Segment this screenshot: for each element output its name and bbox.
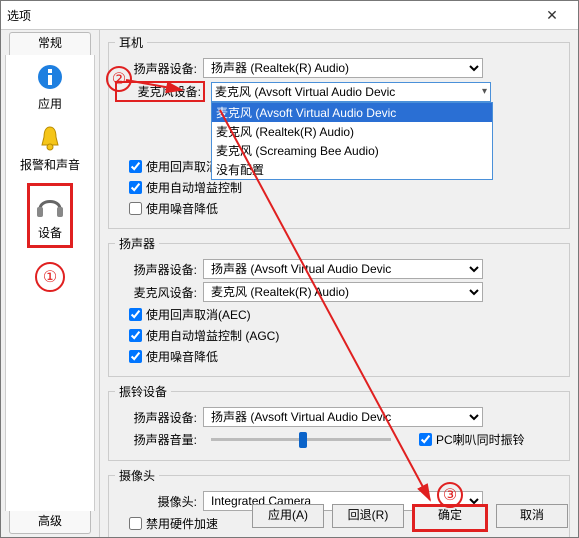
select-speaker-mic[interactable]: 麦克风 (Realtek(R) Audio) xyxy=(203,282,483,302)
label-speaker: 扬声器设备: xyxy=(115,60,197,77)
main-panel: 耳机 扬声器设备: 扬声器 (Realtek(R) Audio) 麦克风设备: … xyxy=(100,30,578,538)
chk-label: PC喇叭同时振铃 xyxy=(436,431,525,448)
slider-thumb[interactable] xyxy=(299,432,307,448)
window-title: 选项 xyxy=(7,7,532,24)
chk-label: 使用自动增益控制 xyxy=(146,179,242,196)
headset-icon xyxy=(34,190,66,222)
group-ring: 振铃设备 扬声器设备: 扬声器 (Avsoft Virtual Audio De… xyxy=(108,383,570,461)
tab-advanced[interactable]: 高级 xyxy=(9,511,91,534)
slider-ring-volume[interactable] xyxy=(211,438,391,441)
select-headset-speaker[interactable]: 扬声器 (Realtek(R) Audio) xyxy=(203,58,483,78)
label-mic: 麦克风设备: xyxy=(115,81,205,102)
label-camera: 摄像头: xyxy=(115,493,197,510)
bell-icon xyxy=(34,122,66,154)
apply-button[interactable]: 应用(A) xyxy=(252,504,324,528)
cancel-button[interactable]: 取消 xyxy=(496,504,568,528)
group-title: 摄像头 xyxy=(115,467,159,484)
close-icon[interactable]: ✕ xyxy=(532,7,572,24)
chk-label: 使用自动增益控制 (AGC) xyxy=(146,327,279,344)
info-icon xyxy=(34,61,66,93)
select-speaker-speaker[interactable]: 扬声器 (Avsoft Virtual Audio Devic xyxy=(203,259,483,279)
dropdown-option[interactable]: 麦克风 (Avsoft Virtual Audio Devic xyxy=(212,103,492,122)
group-title: 扬声器 xyxy=(115,235,159,252)
dropdown-option[interactable]: 没有配置 xyxy=(212,160,492,179)
annotation-1: ① xyxy=(35,262,65,292)
chk-label: 禁用硬件加速 xyxy=(146,515,218,532)
chevron-down-icon: ▾ xyxy=(482,86,487,97)
select-headset-mic[interactable]: 麦克风 (Avsoft Virtual Audio Devic ▾ 麦克风 (A… xyxy=(211,82,491,102)
options-window: 选项 ✕ 常规 应用 报警和声音 xyxy=(0,0,579,538)
label-speaker: 扬声器设备: xyxy=(115,261,197,278)
label-volume: 扬声器音量: xyxy=(115,431,197,448)
chk-aec2[interactable] xyxy=(129,308,142,321)
chk-pc-ring[interactable] xyxy=(419,433,432,446)
chk-aec[interactable] xyxy=(129,160,142,173)
group-headset: 耳机 扬声器设备: 扬声器 (Realtek(R) Audio) 麦克风设备: … xyxy=(108,34,570,229)
label-speaker: 扬声器设备: xyxy=(115,409,197,426)
chk-hwaccel[interactable] xyxy=(129,517,142,530)
dropdown-option[interactable]: 麦克风 (Realtek(R) Audio) xyxy=(212,122,492,141)
mic-dropdown: 麦克风 (Avsoft Virtual Audio Devic 麦克风 (Rea… xyxy=(211,102,493,180)
group-speaker: 扬声器 扬声器设备: 扬声器 (Avsoft Virtual Audio Dev… xyxy=(108,235,570,377)
ok-button[interactable]: 确定 xyxy=(412,504,488,532)
select-ring-speaker[interactable]: 扬声器 (Avsoft Virtual Audio Devic xyxy=(203,407,483,427)
chk-label: 使用噪音降低 xyxy=(146,348,218,365)
chk-nr[interactable] xyxy=(129,202,142,215)
sidebar-item-label: 应用 xyxy=(38,95,62,112)
chk-agc2[interactable] xyxy=(129,329,142,342)
tab-general[interactable]: 常规 xyxy=(9,32,91,55)
chk-agc[interactable] xyxy=(129,181,142,194)
back-button[interactable]: 回退(R) xyxy=(332,504,404,528)
dropdown-option[interactable]: 麦克风 (Screaming Bee Audio) xyxy=(212,141,492,160)
chk-nr2[interactable] xyxy=(129,350,142,363)
sidebar-item-label: 设备 xyxy=(38,224,62,241)
sidebar: 常规 应用 报警和声音 xyxy=(1,30,100,538)
group-title: 耳机 xyxy=(115,34,147,51)
sidebar-categories: 应用 报警和声音 设备 ① xyxy=(5,55,95,511)
group-title: 振铃设备 xyxy=(115,383,171,400)
sidebar-item-apps[interactable]: 应用 xyxy=(34,61,66,112)
chk-label: 使用回声取消(AEC) xyxy=(146,306,251,323)
select-value: 麦克风 (Avsoft Virtual Audio Devic xyxy=(215,83,395,100)
label-mic: 麦克风设备: xyxy=(115,284,197,301)
chk-label: 使用噪音降低 xyxy=(146,200,218,217)
sidebar-item-devices[interactable]: 设备 xyxy=(27,183,73,248)
dialog-buttons: 应用(A) 回退(R) 确定 取消 xyxy=(252,504,568,532)
sidebar-item-alerts[interactable]: 报警和声音 xyxy=(20,122,80,173)
titlebar: 选项 ✕ xyxy=(1,1,578,30)
sidebar-item-label: 报警和声音 xyxy=(20,156,80,173)
